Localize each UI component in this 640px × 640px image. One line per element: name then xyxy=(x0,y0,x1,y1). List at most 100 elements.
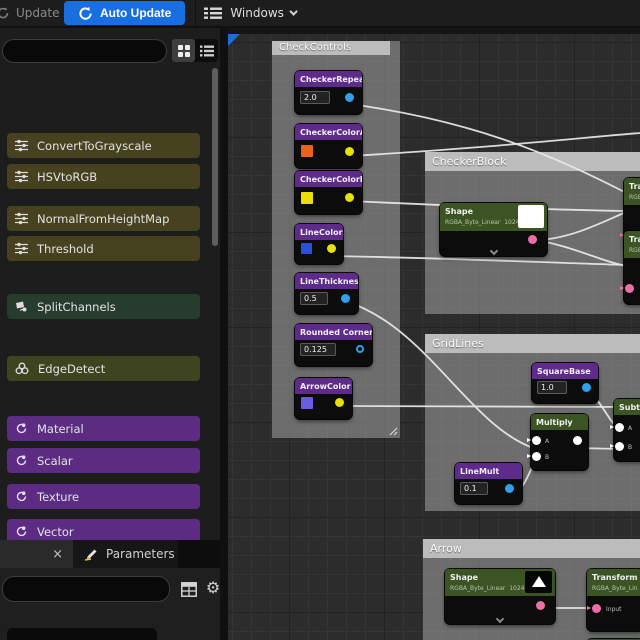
node-format: RGBA xyxy=(629,194,640,201)
node-graph-canvas[interactable]: CheckControls CheckerBlock GridLines Arr… xyxy=(228,28,640,640)
output-port[interactable] xyxy=(582,383,591,392)
library-item-texture[interactable]: Texture xyxy=(7,484,200,509)
output-port[interactable] xyxy=(345,147,354,156)
node-linemult[interactable]: LineMult 0.1 xyxy=(455,463,522,504)
expand-chevron-icon[interactable] xyxy=(489,246,498,256)
color-swatch[interactable] xyxy=(301,192,313,204)
windows-menu[interactable]: Windows xyxy=(204,0,298,27)
library-item-scalar[interactable]: Scalar xyxy=(7,448,200,473)
parameters-search-box xyxy=(2,576,170,602)
port-label-b: B xyxy=(545,454,550,461)
node-title: Transform xyxy=(629,182,640,191)
close-icon[interactable]: × xyxy=(52,548,63,561)
node-roundedcorners[interactable]: Rounded Corners 0.125 xyxy=(295,324,372,366)
sliders-icon xyxy=(15,170,28,183)
node-transform-mid[interactable]: Transform RGBA xyxy=(620,231,640,304)
wire xyxy=(331,255,627,266)
input-port[interactable] xyxy=(587,604,601,613)
node-title: Transform xyxy=(592,573,638,582)
node-shape-arrow[interactable]: Shape RGBA_Byte_Linear 1024x1024 xyxy=(445,569,555,624)
input-port-a[interactable] xyxy=(527,436,541,445)
node-checkerrepeat[interactable]: CheckerRepeat 2.0 xyxy=(295,71,362,114)
output-port[interactable] xyxy=(528,235,537,244)
update-refresh-icon xyxy=(0,7,9,19)
library-item-normalfromheightmap[interactable]: NormalFromHeightMap xyxy=(7,206,200,231)
library-item-label: HSVtoRGB xyxy=(37,169,98,184)
library-item-label: Texture xyxy=(37,489,80,504)
library-item-edgedetect[interactable]: EdgeDetect xyxy=(7,356,200,381)
library-scrollbar[interactable] xyxy=(212,68,218,246)
input-port-a[interactable] xyxy=(610,423,624,432)
library-item-hsvtorgb[interactable]: HSVtoRGB xyxy=(7,164,200,189)
output-port[interactable] xyxy=(536,601,545,610)
node-checkercolora[interactable]: CheckerColorA xyxy=(295,124,362,168)
library-item-splitchannels[interactable]: SplitChannels xyxy=(7,294,200,319)
value-field[interactable]: 0.125 xyxy=(300,343,336,356)
input-port[interactable] xyxy=(620,284,634,293)
output-port[interactable] xyxy=(345,193,354,202)
node-squarebase[interactable]: SquareBase 1.0 xyxy=(532,363,598,403)
node-title: Subtract xyxy=(614,399,640,415)
node-title: Multiply xyxy=(531,414,588,430)
input-parameter-icon xyxy=(16,491,27,502)
panel-footer-slab xyxy=(7,628,157,640)
value-field[interactable]: 0.5 xyxy=(300,292,328,305)
input-port-b[interactable] xyxy=(610,442,624,451)
library-item-material[interactable]: Material xyxy=(7,416,200,441)
tab-parameters[interactable]: Parameters xyxy=(73,540,178,568)
node-title: CheckerColorB xyxy=(295,171,362,187)
auto-update-label: Auto Update xyxy=(100,6,172,20)
library-item-label: ConvertToGrayscale xyxy=(37,138,152,153)
panel-divider[interactable] xyxy=(220,28,228,640)
grid-view-button[interactable] xyxy=(172,39,195,62)
output-port[interactable] xyxy=(345,93,354,102)
node-linecolor[interactable]: LineColor xyxy=(295,224,343,264)
sliders-icon xyxy=(15,242,28,255)
node-shape-checker[interactable]: Shape RGBA_Byte_Linear 1024x1024 xyxy=(440,203,547,256)
value-field[interactable]: 0.1 xyxy=(460,482,488,495)
auto-update-button[interactable]: Auto Update xyxy=(64,1,186,25)
port-label-b: B xyxy=(628,444,633,451)
node-title: Shape xyxy=(450,573,479,582)
color-swatch[interactable] xyxy=(301,243,312,254)
port-label-a: A xyxy=(545,438,550,445)
library-item-converttograyscale[interactable]: ConvertToGrayscale xyxy=(7,133,200,158)
output-port[interactable] xyxy=(335,398,344,407)
color-swatch[interactable] xyxy=(301,145,313,157)
input-parameter-icon xyxy=(16,526,27,537)
graph-computed-flag-icon xyxy=(228,34,240,46)
node-thumbnail xyxy=(525,571,552,593)
wire xyxy=(347,301,534,449)
parameters-panel: × Parameters ⚙ xyxy=(0,540,220,640)
output-port[interactable] xyxy=(327,244,336,253)
node-subtract[interactable]: Subtract A B xyxy=(610,399,640,461)
node-arrowcolor[interactable]: ArrowColor xyxy=(295,378,352,419)
expand-chevron-icon[interactable] xyxy=(495,614,505,624)
output-port[interactable] xyxy=(505,484,514,493)
tab-current[interactable]: × xyxy=(0,540,73,568)
output-port[interactable] xyxy=(573,436,582,445)
parameters-search-input[interactable] xyxy=(3,577,169,601)
chevron-down-icon xyxy=(289,7,298,16)
library-search-box xyxy=(2,39,167,63)
library-search-input[interactable] xyxy=(3,41,166,63)
node-linethickness[interactable]: LineThickness 0.5 xyxy=(295,273,358,314)
node-transform-arrow[interactable]: Transform RGBA_Byte_Linear 1024x1024 Inp… xyxy=(587,569,640,631)
list-view-button[interactable] xyxy=(195,39,218,62)
value-field[interactable]: 1.0 xyxy=(537,381,567,394)
output-port[interactable] xyxy=(341,294,350,303)
value-field[interactable]: 2.0 xyxy=(300,91,330,104)
node-title: ArrowColor xyxy=(295,378,352,394)
toolbar-separator xyxy=(195,0,197,27)
node-multiply[interactable]: Multiply A B xyxy=(527,414,588,470)
output-port-unconnected[interactable] xyxy=(356,345,364,353)
table-view-button[interactable] xyxy=(179,579,199,599)
main-toolbar: Update Auto Update Windows xyxy=(0,0,640,28)
color-swatch[interactable] xyxy=(301,397,313,409)
library-item-threshold[interactable]: Threshold xyxy=(7,236,200,261)
update-button[interactable]: Update xyxy=(0,0,62,27)
input-port-b[interactable] xyxy=(527,452,541,461)
node-thumbnail xyxy=(518,205,544,228)
node-checkercolorb[interactable]: CheckerColorB xyxy=(295,171,362,214)
settings-button[interactable]: ⚙ xyxy=(203,578,223,598)
